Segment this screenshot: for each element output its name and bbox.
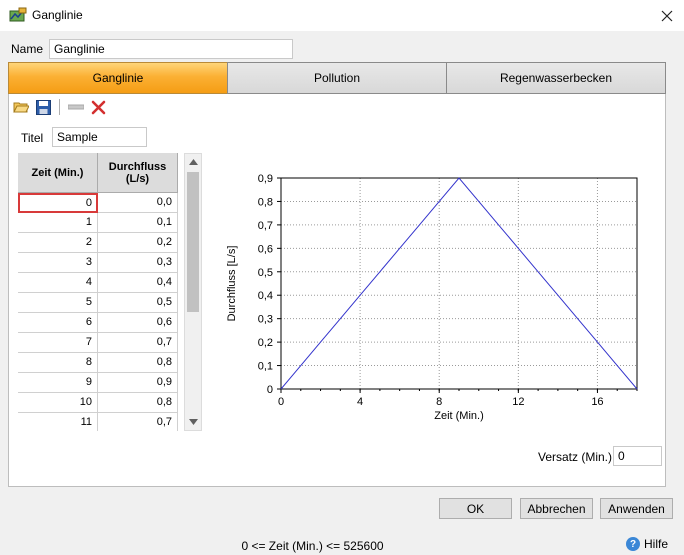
y-tick-label: 0,4	[258, 290, 273, 302]
table-row[interactable]: 4 0,4	[18, 273, 178, 293]
tab-bar: Ganglinie Pollution Regenwasserbecken	[8, 62, 666, 94]
table-row[interactable]: 2 0,2	[18, 233, 178, 253]
table-row[interactable]: 5 0,5	[18, 293, 178, 313]
remove-row-button[interactable]	[67, 98, 85, 116]
open-button[interactable]	[12, 98, 30, 116]
y-tick-label: 0,6	[258, 243, 273, 255]
cell-zeit[interactable]: 3	[18, 253, 98, 273]
x-tick-label: 4	[357, 396, 363, 408]
scroll-thumb[interactable]	[187, 172, 199, 312]
help-icon: ?	[626, 537, 640, 551]
cell-zeit[interactable]: 0	[18, 193, 98, 213]
table-row[interactable]: 6 0,6	[18, 313, 178, 333]
close-icon	[661, 10, 673, 21]
grid-body: 0 0,0 1 0,1 2 0,2 3 0,3 4 0,4 5 0,5 6 0,6 7 0,7 8 0,8 9 0,9…	[18, 193, 178, 431]
cell-durchfluss[interactable]: 0,1	[98, 213, 178, 233]
remove-row-icon	[68, 104, 84, 110]
help-label: Hilfe	[644, 537, 669, 551]
x-tick-label: 8	[436, 396, 442, 408]
x-axis-label: Zeit (Min.)	[434, 410, 484, 422]
toolbar-separator	[59, 99, 60, 115]
table-row[interactable]: 8 0,8	[18, 353, 178, 373]
x-tick-label: 12	[512, 396, 524, 408]
table-row[interactable]: 3 0,3	[18, 253, 178, 273]
y-tick-label: 0,2	[258, 337, 273, 349]
x-tick-label: 0	[278, 396, 284, 408]
cell-zeit[interactable]: 8	[18, 353, 98, 373]
y-axis-label: Durchfluss [L/s]	[226, 246, 238, 322]
versatz-input[interactable]	[613, 446, 662, 466]
table-row[interactable]: 11 0,7	[18, 413, 178, 431]
y-tick-label: 0,1	[258, 361, 273, 373]
hydrograph-chart: 0 0,1 0,2 0,3 0,4 0,5 0,6 0,7 0,8 0,9 0 4 8 12 16 Zeit …	[226, 173, 638, 422]
grid-header: Zeit (Min.) Durchfluss (L/s)	[18, 153, 178, 193]
save-icon	[35, 99, 51, 115]
scroll-down-button[interactable]	[185, 414, 201, 430]
tab-regenwasserbecken[interactable]: Regenwasserbecken	[446, 62, 666, 94]
status-text: 0 <= Zeit (Min.) <= 525600	[241, 539, 384, 553]
cell-durchfluss[interactable]: 0,9	[98, 373, 178, 393]
column-header-durchfluss[interactable]: Durchfluss (L/s)	[98, 153, 178, 193]
help-link[interactable]: ? Hilfe	[626, 537, 668, 551]
toolbar	[12, 98, 107, 116]
cancel-button[interactable]: Abbrechen	[520, 498, 593, 519]
cell-durchfluss[interactable]: 0,5	[98, 293, 178, 313]
cell-durchfluss[interactable]: 0,8	[98, 393, 178, 413]
apply-button[interactable]: Anwenden	[600, 498, 673, 519]
delete-icon	[91, 100, 105, 114]
cell-durchfluss[interactable]: 0,2	[98, 233, 178, 253]
tab-ganglinie[interactable]: Ganglinie	[8, 62, 228, 94]
table-row[interactable]: 10 0,8	[18, 393, 178, 413]
delete-button[interactable]	[89, 98, 107, 116]
y-tick-label: 0,7	[258, 220, 273, 232]
cell-zeit[interactable]: 11	[18, 413, 98, 431]
close-button[interactable]	[650, 0, 684, 31]
cell-durchfluss[interactable]: 0,3	[98, 253, 178, 273]
x-tick-label: 16	[591, 396, 603, 408]
scroll-up-button[interactable]	[185, 154, 201, 170]
table-row[interactable]: 9 0,9	[18, 373, 178, 393]
cell-durchfluss[interactable]: 0,7	[98, 413, 178, 431]
cell-zeit[interactable]: 4	[18, 273, 98, 293]
cell-durchfluss[interactable]: 0,4	[98, 273, 178, 293]
cell-zeit[interactable]: 9	[18, 373, 98, 393]
tab-pollution[interactable]: Pollution	[227, 62, 447, 94]
column-header-zeit[interactable]: Zeit (Min.)	[18, 153, 98, 193]
save-button[interactable]	[34, 98, 52, 116]
cell-durchfluss[interactable]: 0,6	[98, 313, 178, 333]
cell-zeit[interactable]: 10	[18, 393, 98, 413]
series-line	[280, 177, 638, 390]
data-grid: Zeit (Min.) Durchfluss (L/s) 0 0,0 1 0,1 2 0,…	[18, 153, 178, 431]
titel-label: Titel	[21, 131, 44, 145]
ok-button[interactable]: OK	[439, 498, 512, 519]
titel-input[interactable]	[52, 127, 147, 147]
table-row[interactable]: 1 0,1	[18, 213, 178, 233]
name-input[interactable]	[49, 39, 293, 59]
cell-zeit[interactable]: 7	[18, 333, 98, 353]
cell-zeit[interactable]: 2	[18, 233, 98, 253]
cell-zeit[interactable]: 1	[18, 213, 98, 233]
y-tick-label: 0,8	[258, 196, 273, 208]
chevron-up-icon	[188, 159, 198, 165]
name-label: Name	[11, 42, 44, 56]
cell-zeit[interactable]: 6	[18, 313, 98, 333]
y-tick-label: 0	[267, 384, 273, 396]
y-tick-label: 0,5	[258, 267, 273, 279]
cell-durchfluss[interactable]: 0,7	[98, 333, 178, 353]
y-tick-label: 0,3	[258, 314, 273, 326]
versatz-label: Versatz (Min.)	[538, 450, 613, 464]
table-row[interactable]: 7 0,7	[18, 333, 178, 353]
chevron-down-icon	[188, 419, 198, 425]
plot-area	[280, 177, 638, 390]
cell-zeit[interactable]: 5	[18, 293, 98, 313]
grid-scrollbar[interactable]	[184, 153, 202, 431]
table-row[interactable]: 0 0,0	[18, 193, 178, 213]
app-icon	[9, 7, 27, 23]
cell-durchfluss[interactable]: 0,0	[98, 193, 178, 213]
title-bar: Ganglinie	[0, 0, 684, 31]
y-tick-label: 0,9	[258, 173, 273, 185]
open-folder-icon	[13, 102, 29, 113]
cell-durchfluss[interactable]: 0,8	[98, 353, 178, 373]
window-title: Ganglinie	[32, 8, 83, 22]
